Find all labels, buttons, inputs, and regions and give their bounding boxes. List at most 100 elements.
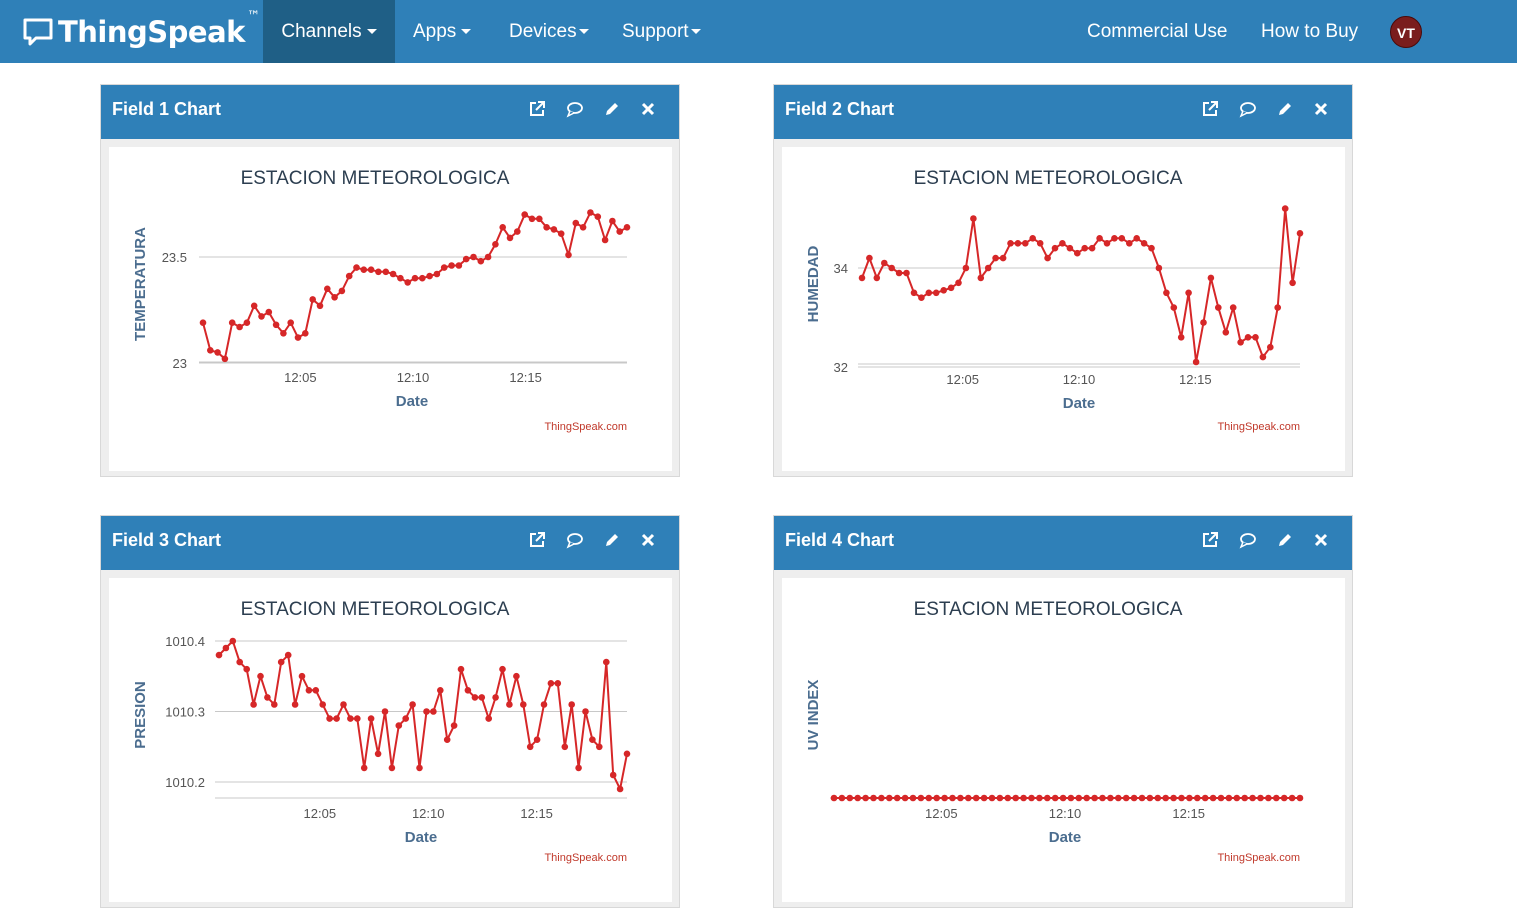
data-point[interactable] bbox=[347, 715, 354, 722]
data-point[interactable] bbox=[1067, 794, 1075, 802]
nav-apps-menu[interactable]: Apps bbox=[413, 0, 472, 63]
data-point[interactable] bbox=[485, 715, 493, 722]
pencil-icon[interactable] bbox=[602, 530, 622, 550]
data-point[interactable] bbox=[970, 215, 977, 222]
pencil-icon[interactable] bbox=[1275, 530, 1295, 550]
data-point[interactable] bbox=[1096, 235, 1103, 242]
external-link-icon[interactable] bbox=[527, 530, 547, 550]
data-point[interactable] bbox=[1088, 244, 1096, 252]
data-point[interactable] bbox=[1099, 794, 1106, 802]
data-point[interactable] bbox=[1044, 794, 1051, 802]
data-point[interactable] bbox=[918, 294, 925, 301]
data-point[interactable] bbox=[397, 274, 404, 282]
data-point[interactable] bbox=[271, 701, 278, 708]
data-point[interactable] bbox=[1217, 794, 1225, 802]
data-point[interactable] bbox=[603, 658, 610, 666]
data-point[interactable] bbox=[214, 349, 221, 356]
data-point[interactable] bbox=[477, 257, 485, 265]
data-point[interactable] bbox=[514, 228, 521, 235]
data-point[interactable] bbox=[1274, 304, 1281, 311]
data-point[interactable] bbox=[395, 722, 403, 729]
data-point[interactable] bbox=[1074, 249, 1081, 257]
data-point[interactable] bbox=[294, 334, 302, 341]
data-point[interactable] bbox=[499, 224, 507, 231]
data-point[interactable] bbox=[464, 687, 472, 694]
data-point[interactable] bbox=[910, 289, 918, 297]
data-point[interactable] bbox=[909, 794, 917, 802]
data-point[interactable] bbox=[426, 272, 433, 280]
data-point[interactable] bbox=[1140, 240, 1148, 247]
data-point[interactable] bbox=[609, 217, 616, 225]
data-point[interactable] bbox=[1257, 794, 1264, 802]
data-point[interactable] bbox=[443, 736, 451, 743]
data-point[interactable] bbox=[1107, 794, 1114, 802]
data-point[interactable] bbox=[988, 794, 996, 802]
data-point[interactable] bbox=[280, 330, 287, 337]
data-point[interactable] bbox=[1083, 794, 1090, 802]
data-point[interactable] bbox=[895, 269, 903, 277]
data-point[interactable] bbox=[302, 330, 309, 337]
data-point[interactable] bbox=[601, 236, 609, 244]
data-point[interactable] bbox=[457, 665, 465, 673]
close-icon[interactable] bbox=[638, 530, 658, 550]
data-point[interactable] bbox=[1259, 353, 1267, 361]
data-point[interactable] bbox=[243, 319, 251, 326]
data-point[interactable] bbox=[521, 211, 528, 218]
data-point[interactable] bbox=[540, 701, 548, 708]
data-point[interactable] bbox=[587, 209, 594, 216]
data-point[interactable] bbox=[291, 701, 299, 708]
data-point[interactable] bbox=[616, 228, 623, 235]
data-point[interactable] bbox=[536, 215, 543, 223]
data-point[interactable] bbox=[471, 694, 479, 701]
data-point[interactable] bbox=[846, 794, 854, 802]
data-point[interactable] bbox=[870, 794, 877, 802]
data-point[interactable] bbox=[925, 289, 933, 297]
data-point[interactable] bbox=[1177, 334, 1185, 341]
data-point[interactable] bbox=[1273, 794, 1280, 802]
data-point[interactable] bbox=[616, 785, 624, 793]
pencil-icon[interactable] bbox=[1275, 99, 1295, 119]
data-point[interactable] bbox=[1036, 240, 1044, 247]
data-point[interactable] bbox=[526, 743, 534, 751]
data-point[interactable] bbox=[594, 213, 602, 220]
data-point[interactable] bbox=[838, 794, 846, 802]
data-point[interactable] bbox=[1170, 794, 1177, 802]
data-point[interactable] bbox=[947, 284, 955, 292]
data-point[interactable] bbox=[250, 302, 258, 310]
close-icon[interactable] bbox=[638, 99, 658, 119]
data-point[interactable] bbox=[257, 672, 264, 680]
data-point[interactable] bbox=[367, 266, 375, 273]
data-point[interactable] bbox=[575, 764, 582, 772]
data-point[interactable] bbox=[1237, 339, 1244, 346]
data-point[interactable] bbox=[326, 715, 333, 722]
data-point[interactable] bbox=[333, 715, 340, 722]
data-point[interactable] bbox=[492, 241, 499, 248]
data-point[interactable] bbox=[243, 665, 250, 673]
data-point[interactable] bbox=[1029, 235, 1036, 242]
data-point[interactable] bbox=[411, 274, 419, 282]
nav-channels-menu[interactable]: Channels bbox=[263, 0, 395, 63]
data-point[interactable] bbox=[207, 347, 214, 354]
data-point[interactable] bbox=[287, 319, 294, 326]
data-point[interactable] bbox=[388, 764, 396, 772]
data-point[interactable] bbox=[265, 308, 273, 316]
data-point[interactable] bbox=[298, 672, 306, 680]
comment-icon[interactable] bbox=[1238, 99, 1258, 119]
data-point[interactable] bbox=[433, 270, 441, 278]
data-point[interactable] bbox=[374, 750, 382, 758]
data-point[interactable] bbox=[338, 287, 346, 295]
data-point[interactable] bbox=[962, 264, 970, 272]
comment-icon[interactable] bbox=[565, 530, 585, 550]
data-point[interactable] bbox=[1036, 794, 1043, 802]
data-point[interactable] bbox=[1081, 244, 1088, 252]
data-point[interactable] bbox=[331, 294, 338, 301]
data-point[interactable] bbox=[984, 264, 992, 272]
data-point[interactable] bbox=[557, 230, 565, 237]
data-point[interactable] bbox=[1222, 329, 1230, 336]
data-point[interactable] bbox=[324, 285, 331, 293]
data-point[interactable] bbox=[222, 644, 230, 652]
data-point[interactable] bbox=[1225, 794, 1233, 802]
data-point[interactable] bbox=[360, 266, 368, 273]
data-point[interactable] bbox=[1186, 794, 1193, 802]
data-point[interactable] bbox=[1249, 794, 1256, 802]
